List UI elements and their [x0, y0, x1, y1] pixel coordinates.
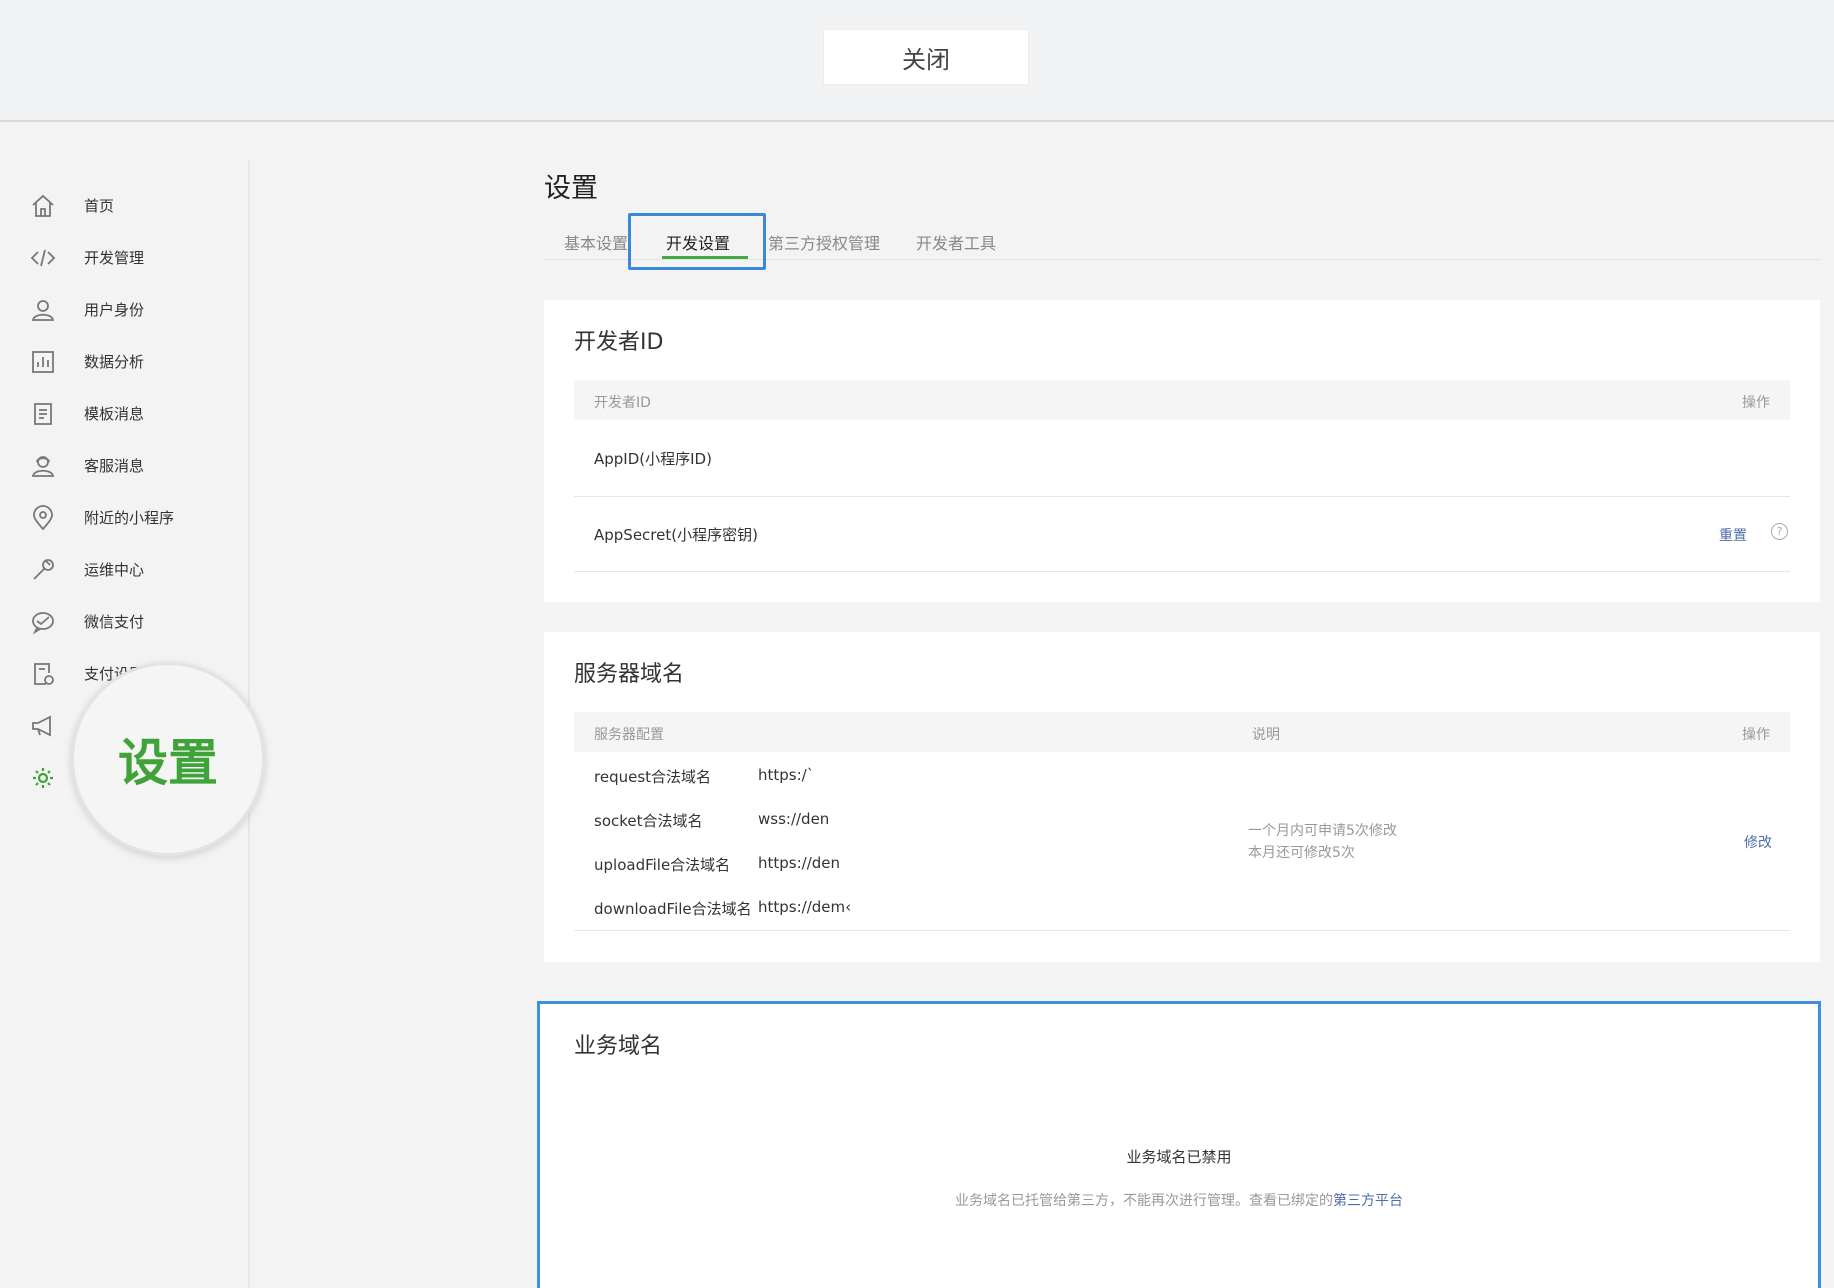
- tab-developer-tools[interactable]: 开发者工具: [916, 230, 996, 254]
- zoom-magnifier: 设置: [71, 662, 265, 856]
- col-description: 说明: [1252, 727, 1280, 743]
- sidebar-item-label: 客服消息: [84, 457, 145, 475]
- upload-domain-value: https://den: [758, 854, 841, 872]
- business-domain-disabled-desc: 业务域名已托管给第三方，不能再次进行管理。查看已绑定的第三方平台: [540, 1190, 1818, 1210]
- gear-icon: [30, 765, 56, 791]
- request-domain-label: request合法域名: [594, 768, 712, 786]
- sidebar-item-wechat-pay[interactable]: 微信支付: [0, 601, 248, 641]
- socket-domain-value: wss://den: [758, 810, 830, 828]
- magnifier-label: 设置: [118, 734, 218, 792]
- sidebar-item-label: 用户身份: [84, 301, 145, 319]
- appsecret-label: AppSecret(小程序密钥): [594, 526, 758, 544]
- sidebar-item-nearby-miniprogram[interactable]: 附近的小程序: [0, 497, 248, 537]
- megaphone-icon: [30, 713, 56, 739]
- download-domain-value: https://dem‹: [758, 898, 852, 916]
- download-domain-label: downloadFile合法域名: [594, 900, 752, 918]
- sidebar-item-label: 数据分析: [84, 353, 145, 371]
- modify-quota-desc: 一个月内可申请5次修改: [1248, 823, 1397, 839]
- third-party-platform-link[interactable]: 第三方平台: [1333, 1193, 1403, 1209]
- sidebar-item-label: 微信支付: [84, 613, 145, 631]
- sidebar-item-ops-center[interactable]: 运维中心: [0, 549, 248, 589]
- server-domain-title: 服务器域名: [574, 662, 685, 687]
- sidebar-item-data-analysis[interactable]: 数据分析: [0, 341, 248, 381]
- business-domain-disabled-title: 业务域名已禁用: [1126, 1148, 1232, 1166]
- sidebar-item-label: 开发管理: [84, 249, 145, 267]
- col-action: 操作: [1742, 395, 1770, 411]
- divider: [574, 930, 1790, 931]
- server-domain-table-head: 服务器配置 说明 操作: [574, 712, 1790, 752]
- divider: [574, 496, 1790, 497]
- sidebar-item-template-message[interactable]: 模板消息: [0, 393, 248, 433]
- sidebar-item-home[interactable]: 首页: [0, 185, 248, 225]
- wechat-pay-icon: [30, 609, 56, 635]
- col-action: 操作: [1742, 727, 1770, 743]
- server-domain-card: 服务器域名 服务器配置 说明 操作 request合法域名 https:/` s…: [544, 632, 1820, 962]
- reset-link[interactable]: 重置: [1719, 525, 1747, 545]
- divider: [574, 571, 1790, 572]
- sidebar-item-label: 运维中心: [84, 561, 145, 579]
- sidebar-item-user-identity[interactable]: 用户身份: [0, 289, 248, 329]
- code-icon: [30, 245, 56, 271]
- sidebar-item-customer-service[interactable]: 客服消息: [0, 445, 248, 485]
- business-domain-card: 业务域名 业务域名已禁用 业务域名已托管给第三方，不能再次进行管理。查看已绑定的…: [537, 1001, 1821, 1288]
- tab-focus-highlight: [628, 213, 766, 270]
- user-icon: [30, 297, 56, 323]
- request-domain-value: https:/`: [758, 766, 815, 784]
- sidebar-item-label: 首页: [84, 197, 115, 215]
- socket-domain-label: socket合法域名: [594, 812, 703, 830]
- developer-id-table-head: 开发者ID 操作: [574, 380, 1790, 420]
- chart-icon: [30, 349, 56, 375]
- col-server-config: 服务器配置: [594, 727, 664, 743]
- question-circle-icon[interactable]: ?: [1771, 523, 1788, 540]
- developer-id-card: 开发者ID 开发者ID 操作 AppID(小程序ID) AppSecret(小程…: [544, 300, 1820, 602]
- tab-third-party-auth[interactable]: 第三方授权管理: [768, 230, 880, 254]
- appid-label: AppID(小程序ID): [594, 450, 712, 468]
- document-icon: [30, 401, 56, 427]
- service-icon: [30, 453, 56, 479]
- pay-settings-icon: [30, 661, 56, 687]
- modify-remaining-desc: 本月还可修改5次: [1248, 845, 1355, 861]
- tab-basic-settings[interactable]: 基本设置: [564, 230, 628, 254]
- location-icon: [30, 505, 56, 531]
- business-domain-title: 业务域名: [574, 1034, 663, 1059]
- wrench-icon: [30, 557, 56, 583]
- col-developer-id: 开发者ID: [594, 395, 651, 411]
- modify-link[interactable]: 修改: [1744, 832, 1772, 852]
- disabled-desc-text: 业务域名已托管给第三方，不能再次进行管理。查看已绑定的: [955, 1193, 1333, 1209]
- developer-id-title: 开发者ID: [574, 330, 664, 355]
- sidebar-item-label: 附近的小程序: [84, 509, 175, 527]
- top-bar: 关闭: [0, 0, 1834, 122]
- sidebar-item-dev-management[interactable]: 开发管理: [0, 237, 248, 277]
- page-title: 设置: [544, 173, 598, 204]
- upload-domain-label: uploadFile合法域名: [594, 856, 731, 874]
- close-button[interactable]: 关闭: [823, 29, 1029, 85]
- sidebar-item-label: 模板消息: [84, 405, 145, 423]
- home-icon: [30, 193, 56, 219]
